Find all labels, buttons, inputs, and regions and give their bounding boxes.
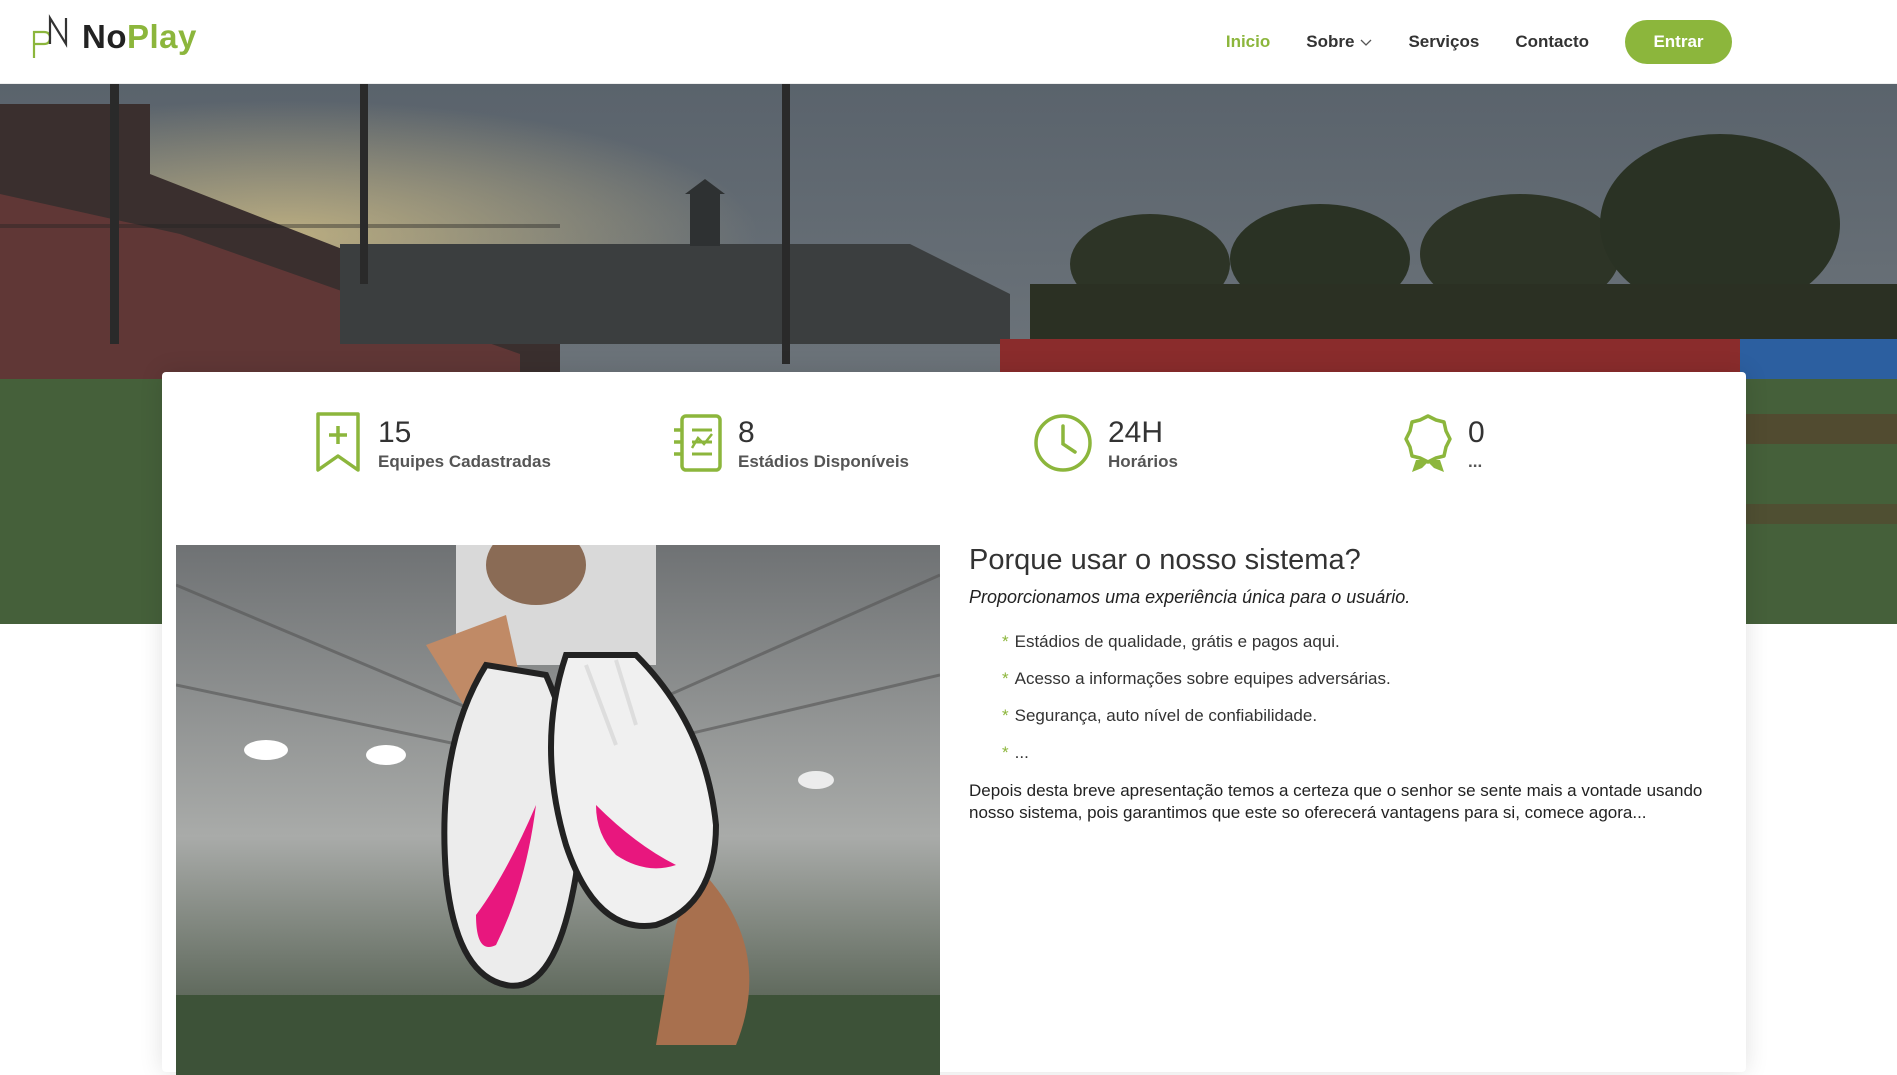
site-header: NoPlay Inicio Sobre Serviços Contacto En… — [0, 0, 1897, 84]
stat-value: 15 — [378, 416, 412, 449]
about-paragraph: Depois desta breve apresentação temos a … — [969, 781, 1703, 822]
logo-mark-icon — [32, 14, 68, 58]
list-item-text: ... — [1014, 743, 1029, 762]
list-item-text: Segurança, auto nível de confiabilidade. — [1014, 706, 1318, 725]
cleats-illustration — [176, 545, 940, 1075]
stat-label: Equipes Cadastradas — [378, 452, 551, 471]
about-subtitle: Proporcionamos uma experiência única par… — [969, 587, 1411, 607]
nav-label: Contacto — [1515, 32, 1589, 51]
chevron-down-icon — [1360, 39, 1372, 46]
stat-value: 8 — [738, 416, 755, 449]
stat-stadiums: 8 Estádios Disponíveis — [672, 412, 909, 474]
stat-value: 0 — [1468, 416, 1485, 449]
star-bullet-icon: * — [1002, 743, 1009, 762]
list-item-text: Estádios de qualidade, grátis e pagos aq… — [1014, 632, 1340, 651]
features-list: * Estádios de qualidade, grátis e pagos a… — [1002, 632, 1709, 763]
award-icon — [1404, 414, 1452, 472]
nav-item-inicio[interactable]: Inicio — [1226, 32, 1270, 52]
nav-item-sobre[interactable]: Sobre — [1306, 32, 1372, 52]
nav-label: Serviços — [1408, 32, 1480, 51]
enter-button[interactable]: Entrar — [1625, 20, 1732, 64]
stats-row: 15 Equipes Cadastradas 8 Estádios Dispon… — [162, 412, 1746, 492]
content-card: 15 Equipes Cadastradas 8 Estádios Dispon… — [162, 372, 1746, 1075]
brand-name: NoPlay — [82, 18, 197, 56]
stat-awards: 0 ... — [1402, 412, 1485, 474]
clock-icon — [1034, 414, 1092, 472]
stat-label: ... — [1468, 452, 1483, 471]
nav-label: Inicio — [1225, 32, 1271, 51]
star-bullet-icon: * — [1002, 706, 1009, 725]
list-item: * Acesso a informações sobre equipes adve… — [1002, 669, 1709, 689]
about-title: Porque usar o nosso sistema? — [969, 544, 1361, 576]
list-item: * Estádios de qualidade, grátis e pagos a… — [1002, 632, 1709, 652]
brand-name-part1: No — [82, 18, 127, 55]
about-section: Porque usar o nosso sistema? Proporciona… — [969, 544, 1709, 824]
logo[interactable]: NoPlay — [30, 14, 197, 60]
list-item: *... — [1002, 743, 1709, 763]
nav-label: Sobre — [1306, 32, 1355, 51]
stat-label: Estádios Disponíveis — [738, 452, 909, 471]
stat-hours: 24H Horários — [1032, 412, 1178, 474]
nav-item-contacto[interactable]: Contacto — [1515, 32, 1589, 52]
brand-name-part2: Play — [127, 18, 197, 55]
stat-label: Horários — [1108, 452, 1178, 471]
nav-item-servicos[interactable]: Serviços — [1408, 32, 1479, 52]
stat-value: 24H — [1108, 416, 1164, 449]
checklist-icon — [674, 414, 722, 472]
list-item-text: Acesso a informações sobre equipes adver… — [1014, 669, 1391, 688]
bookmark-plus-icon — [316, 412, 360, 472]
star-bullet-icon: * — [1002, 669, 1009, 688]
list-item: * Segurança, auto nível de confiabilidade… — [1002, 706, 1709, 726]
main-nav: Inicio Sobre Serviços Contacto Entrar — [1190, 0, 1897, 84]
stat-teams: 15 Equipes Cadastradas — [312, 412, 551, 474]
cleats-photo — [176, 545, 940, 1075]
star-bullet-icon: * — [1002, 632, 1009, 651]
